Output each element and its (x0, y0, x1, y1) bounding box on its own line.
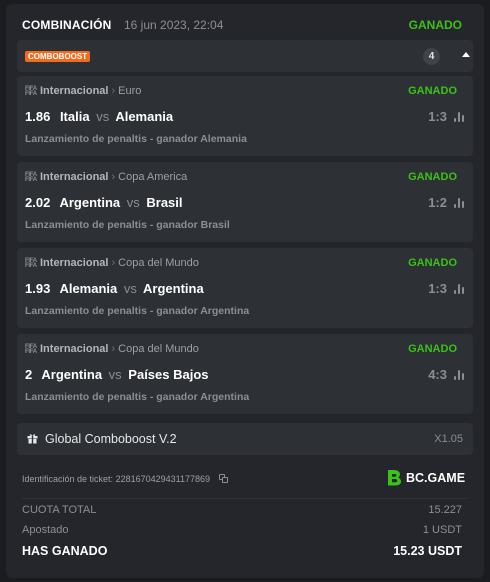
final-score: 1:3 (428, 281, 447, 296)
chevron-right-icon: › (111, 343, 116, 355)
payout-label: HAS GANADO (22, 544, 108, 558)
chevron-right-icon: › (111, 85, 116, 97)
vs-label: vs (123, 281, 137, 296)
stats-icon[interactable] (454, 370, 465, 380)
final-score: 1:2 (428, 195, 447, 210)
final-score: 1:3 (428, 109, 447, 124)
selection-status: GANADO (408, 343, 457, 355)
league-category: Internacional (40, 343, 109, 355)
league-name: Copa del Mundo (118, 257, 199, 269)
away-team: Argentina (143, 281, 204, 296)
league-category: Internacional (40, 85, 109, 97)
divider (22, 498, 468, 499)
total-odds-value: 15.227 (428, 504, 462, 516)
away-team: Países Bajos (128, 367, 209, 382)
stake-label: Apostado (22, 524, 69, 536)
stats-icon[interactable] (454, 284, 465, 294)
home-team: Alemania (59, 281, 118, 296)
selection-status: GANADO (408, 257, 457, 269)
bet-selection: FIFA FIFA Internacional › Copa America GANAD… (17, 162, 473, 242)
fifa-icon: FIFA FIFA (25, 344, 37, 355)
brand-name: BC.GAME (406, 471, 466, 485)
away-team: Alemania (115, 109, 174, 124)
match-line: 1.86 Italia vs Alemania (25, 109, 173, 124)
selection-status: GANADO (408, 85, 457, 97)
total-odds-label: CUOTA TOTAL (22, 504, 97, 516)
ticket-id-value: 2281670429431177869 (115, 474, 211, 484)
league-name: Copa del Mundo (118, 343, 199, 355)
selection-count: 4 (423, 48, 440, 65)
final-score: 4:3 (428, 367, 447, 382)
selection-odds: 1.86 (25, 109, 51, 124)
bet-date: 16 jun 2023, 22:04 (123, 18, 224, 32)
league-category: Internacional (40, 257, 109, 269)
league-category: Internacional (40, 171, 109, 183)
selection-status: GANADO (408, 171, 457, 183)
bet-type-title: COMBINACIÓN (22, 18, 112, 32)
bet-market: Lanzamiento de penaltis - ganador Aleman… (25, 133, 247, 145)
vs-label: vs (108, 367, 122, 382)
comboboost-badge: COMBOBOOST (25, 51, 91, 62)
bet-market: Lanzamiento de penaltis - ganador Brasil (25, 219, 230, 231)
payout-row: HAS GANADO 15.23 USDT (22, 544, 468, 558)
league-name: Euro (118, 85, 142, 97)
vs-label: vs (126, 195, 140, 210)
brand-logo: BC.GAME (386, 468, 468, 488)
gift-icon (27, 434, 38, 444)
chevron-right-icon: › (111, 257, 116, 269)
league-path: FIFA FIFA Internacional › Copa del Mundo (25, 257, 199, 271)
home-team: Argentina (59, 195, 121, 210)
bet-selection: FIFA FIFA Internacional › Euro GANADO 1.86 I… (17, 76, 473, 156)
match-line: 2.02 Argentina vs Brasil (25, 195, 183, 210)
home-team: Argentina (41, 367, 103, 382)
stats-icon[interactable] (454, 112, 465, 122)
away-team: Brasil (146, 195, 183, 210)
match-line: 1.93 Alemania vs Argentina (25, 281, 204, 296)
selection-odds: 1.93 (25, 281, 51, 296)
match-line: 2 Argentina vs Países Bajos (25, 367, 209, 382)
league-path: FIFA FIFA Internacional › Copa del Mundo (25, 343, 199, 357)
global-comboboost-multiplier: X1.05 (434, 433, 463, 445)
fifa-icon: FIFA FIFA (25, 172, 37, 183)
bet-selection: FIFA FIFA Internacional › Copa del Mundo GAN… (17, 248, 473, 328)
ticket-id-label: Identificación de ticket: (22, 474, 114, 484)
chevron-right-icon: › (111, 171, 116, 183)
league-path: FIFA FIFA Internacional › Copa America (25, 171, 187, 185)
bc-game-logo-icon (388, 470, 401, 486)
selection-odds: 2.02 (25, 195, 51, 210)
league-name: Copa America (118, 171, 188, 183)
ticket-id-row: Identificación de ticket: 22816704294311… (22, 474, 228, 484)
home-team: Italia (59, 109, 90, 124)
bet-market: Lanzamiento de penaltis - ganador Argent… (25, 305, 250, 317)
global-comboboost-row: Global Comboboost V.2 X1.05 (17, 423, 473, 455)
bet-market: Lanzamiento de penaltis - ganador Argent… (25, 391, 250, 403)
bet-header: COMBINACIÓN 16 jun 2023, 22:04 GANADO (22, 16, 468, 36)
stake-value: 1 USDT (422, 524, 462, 536)
copy-icon[interactable] (218, 474, 228, 483)
selection-odds: 2 (25, 367, 33, 382)
payout-value: 15.23 USDT (393, 544, 462, 558)
comboboost-bar[interactable]: COMBOBOOST 4 (17, 40, 473, 72)
total-odds-row: CUOTA TOTAL 15.227 (22, 504, 468, 516)
chevron-up-icon[interactable] (462, 52, 470, 57)
stats-icon[interactable] (454, 198, 465, 208)
fifa-icon: FIFA FIFA (25, 86, 37, 97)
stake-row: Apostado 1 USDT (22, 524, 468, 536)
bet-selection: FIFA FIFA Internacional › Copa del Mundo GAN… (17, 334, 473, 414)
vs-label: vs (96, 109, 110, 124)
fifa-icon: FIFA FIFA (25, 258, 37, 269)
league-path: FIFA FIFA Internacional › Euro (25, 85, 141, 99)
bet-status-badge: GANADO (408, 18, 462, 32)
bet-slip-card: COMBINACIÓN 16 jun 2023, 22:04 GANADO CO… (6, 4, 484, 578)
global-comboboost-label: Global Comboboost V.2 (45, 432, 177, 446)
